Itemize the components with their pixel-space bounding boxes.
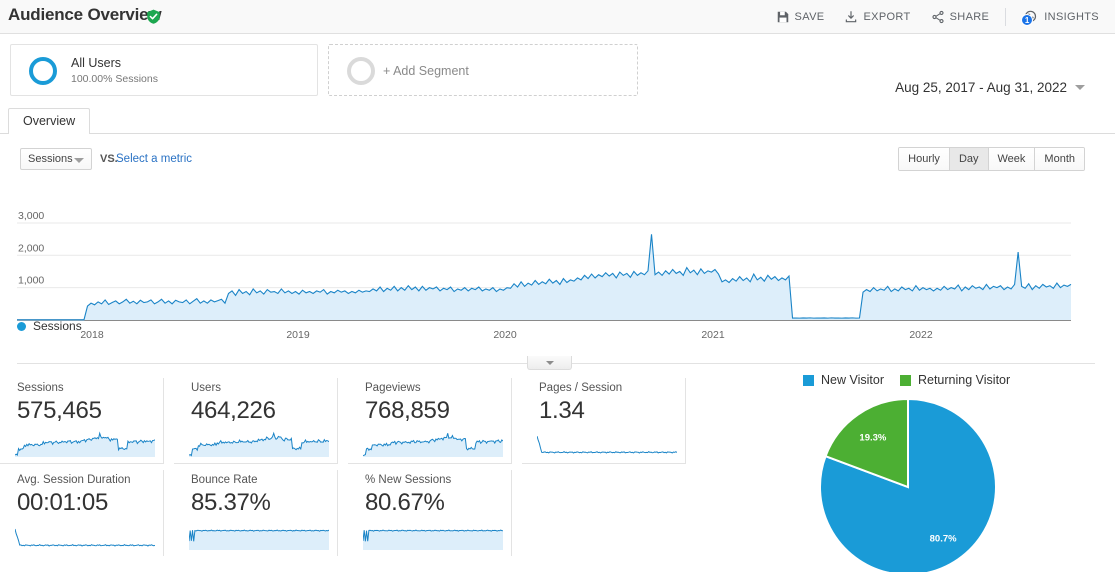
svg-text:1,000: 1,000 [18,275,44,287]
svg-text:3,000: 3,000 [18,210,44,222]
svg-text:2020: 2020 [493,329,517,341]
export-download-icon [844,10,858,24]
metric-label: Pages / Session [539,382,622,394]
share-label: SHARE [950,11,990,23]
new-visitor-label: New Visitor [821,373,884,387]
page-title: Audience Overview [8,5,161,25]
metric-card-pageviews[interactable]: Pageviews 768,859 [348,378,512,464]
tab-strip: Overview [0,104,1115,134]
metric-value: 575,465 [17,397,102,425]
segment-bar: All Users 100.00% Sessions + Add Segment… [0,34,1115,102]
insights-label: INSIGHTS [1044,11,1099,23]
sessions-timeseries-chart[interactable]: 1,000 2,000 3,000 2018 2019 2020 2021 2022 [0,204,1115,349]
metric-value: 1.34 [539,397,585,425]
chevron-down-icon [1075,85,1085,90]
page-header: Audience Overview SAVE EXPORT [0,0,1115,34]
add-segment-ring-icon [347,57,375,85]
new-visitor-swatch-icon [803,375,814,386]
metric-sparkline [15,431,155,457]
metric-sparkline [363,431,503,457]
pie-legend: New Visitor Returning Visitor [803,373,1010,387]
metric-sparkline [189,524,329,550]
granularity-day[interactable]: Day [950,148,989,170]
add-segment-label: + Add Segment [383,64,469,78]
granularity-toggle: Hourly Day Week Month [898,147,1085,171]
chevron-down-icon [74,158,84,163]
svg-text:19.3%: 19.3% [859,432,886,443]
share-nodes-icon [931,10,945,24]
returning-visitor-label: Returning Visitor [918,373,1010,387]
save-floppy-icon [776,10,790,24]
metric-card-pages-per-session[interactable]: Pages / Session 1.34 [522,378,686,464]
metric-label: Pageviews [365,382,421,394]
metric-card-avg-session-duration[interactable]: Avg. Session Duration 00:01:05 [0,470,164,556]
metric-label: Avg. Session Duration [17,474,131,486]
svg-text:2022: 2022 [909,329,933,341]
metric-sparkline [363,524,503,550]
metric-card-bounce-rate[interactable]: Bounce Rate 85.37% [174,470,338,556]
pie-legend-item-returning-visitor: Returning Visitor [900,373,1010,387]
segment-all-users[interactable]: All Users 100.00% Sessions [10,44,318,96]
toolbar-divider [1005,8,1006,26]
granularity-month[interactable]: Month [1035,148,1084,170]
new-vs-returning-pie-chart[interactable]: 80.7% 19.3% [818,397,998,572]
metric-value: 85.37% [191,489,271,517]
metric-label: Users [191,382,221,394]
metric-value: 80.67% [365,489,445,517]
metric-card-users[interactable]: Users 464,226 [174,378,338,464]
save-label: SAVE [795,11,825,23]
metric-value: 768,859 [365,397,450,425]
segment-subtitle: 100.00% Sessions [71,73,158,85]
svg-text:2018: 2018 [80,329,104,341]
segment-ring-icon [29,57,57,85]
segment-title: All Users [71,56,121,70]
svg-text:2021: 2021 [701,329,725,341]
share-button[interactable]: SHARE [921,8,1000,26]
new-vs-returning-panel: New Visitor Returning Visitor 80.7% 19.3% [700,366,1115,572]
sessions-chart-panel: Sessions VS. Select a metric Hourly Day … [0,134,1115,362]
metric-sparkline [537,431,677,457]
tab-overview[interactable]: Overview [8,108,90,134]
date-range-picker[interactable]: Aug 25, 2017 - Aug 31, 2022 [895,80,1085,95]
date-range-value: Aug 25, 2017 - Aug 31, 2022 [895,80,1067,95]
svg-text:2019: 2019 [286,329,310,341]
pie-legend-item-new-visitor: New Visitor [803,373,884,387]
metric-select[interactable]: Sessions [20,148,92,170]
add-segment-button[interactable]: + Add Segment [328,44,638,96]
granularity-hourly[interactable]: Hourly [899,148,950,170]
export-label: EXPORT [863,11,910,23]
metric-select-value: Sessions [28,153,73,165]
metric-cards: Sessions 575,465 Users 464,226 Pageviews… [0,378,700,572]
metric-label: Sessions [17,382,64,394]
returning-visitor-swatch-icon [900,375,911,386]
metric-label: % New Sessions [365,474,451,486]
metric-card-percent-new-sessions[interactable]: % New Sessions 80.67% [348,470,512,556]
chart-collapse-handle[interactable] [527,356,572,370]
save-button[interactable]: SAVE [766,8,835,26]
header-toolbar: SAVE EXPORT SHARE [766,7,1109,27]
metric-sparkline [15,524,155,550]
metric-sparkline [189,431,329,457]
granularity-week[interactable]: Week [989,148,1036,170]
metric-card-sessions[interactable]: Sessions 575,465 [0,378,164,464]
select-a-metric-link[interactable]: Select a metric [116,153,192,165]
svg-text:80.7%: 80.7% [930,534,957,545]
metric-label: Bounce Rate [191,474,258,486]
insights-button[interactable]: 1 INSIGHTS [1012,7,1109,27]
verified-shield-check-icon [146,9,161,24]
export-button[interactable]: EXPORT [834,8,920,26]
svg-text:2,000: 2,000 [18,242,44,254]
metric-value: 464,226 [191,397,276,425]
metric-value: 00:01:05 [17,489,108,517]
